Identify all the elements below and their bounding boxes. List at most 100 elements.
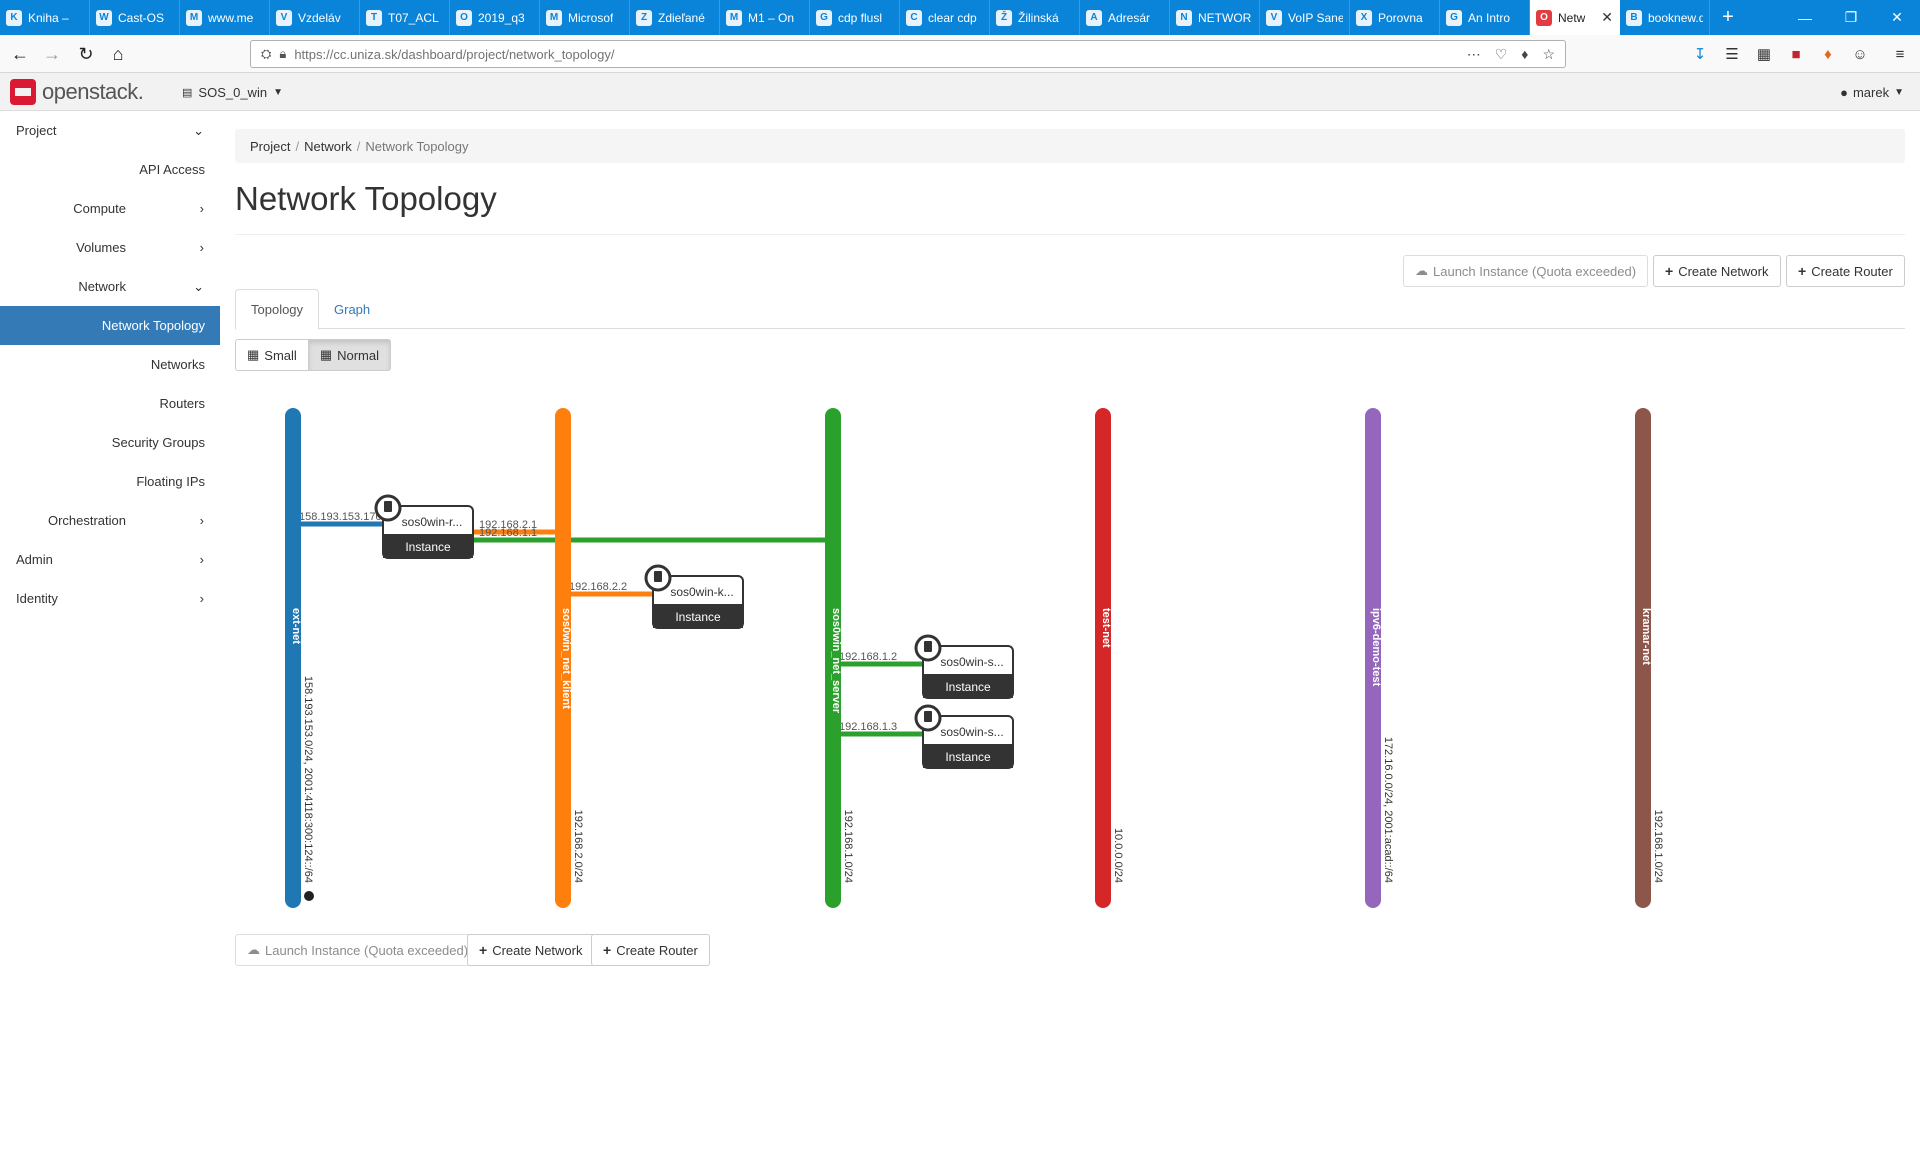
instance-type-label: Instance <box>675 610 721 624</box>
sidebar-item-api-access[interactable]: API Access <box>0 150 220 189</box>
sidebar-item-network[interactable]: Network ⌄ <box>0 267 220 306</box>
home-icon[interactable]: ⌂ <box>104 40 132 68</box>
tab-topology[interactable]: Topology <box>235 289 320 330</box>
network-cidr-label: 192.168.2.0/24 <box>572 810 584 883</box>
browser-tab[interactable]: T T07_ACL <box>360 0 450 35</box>
caret-down-icon: ▼ <box>1894 87 1904 98</box>
browser-tab[interactable]: V Vzdeláv <box>270 0 360 35</box>
menu-icon[interactable]: ≡ <box>1890 44 1910 64</box>
browser-tab[interactable]: V VoIP Sanet <box>1260 0 1350 35</box>
extension-icon[interactable]: ♦ <box>1521 46 1528 63</box>
restore-icon[interactable]: ❐ <box>1828 0 1874 35</box>
sidebar-item-security-groups[interactable]: Security Groups <box>0 423 220 462</box>
favicon-icon: A <box>1086 9 1102 26</box>
network-bar-test-net[interactable] <box>1095 408 1111 908</box>
close-window-icon[interactable]: ✕ <box>1874 0 1920 35</box>
addon-icon[interactable]: ♦ <box>1818 44 1838 64</box>
port-ip-label: 192.168.1.3 <box>839 721 897 733</box>
browser-tab[interactable]: Ž Žilinská <box>990 0 1080 35</box>
browser-tab[interactable]: N NETWOR <box>1170 0 1260 35</box>
sidebar-item-orchestration[interactable]: Orchestration › <box>0 501 220 540</box>
browser-tab[interactable]: M M1 – On <box>720 0 810 35</box>
browser-tab[interactable]: Cclear cdp <box>900 0 990 35</box>
chevron-down-icon: ⌄ <box>193 278 204 294</box>
download-icon[interactable]: ↧ <box>1690 44 1710 64</box>
launch-instance-button[interactable]: ☁ Launch Instance (Quota exceeded) <box>1403 255 1649 287</box>
instance-name[interactable]: sos0win-r... <box>402 515 463 529</box>
sidebar-item-identity[interactable]: Identity › <box>0 579 220 618</box>
minimize-icon[interactable]: — <box>1782 0 1828 35</box>
new-tab-icon[interactable]: + <box>1710 0 1746 35</box>
favicon-icon: M <box>186 9 202 26</box>
page-actions-icon[interactable]: ⋯ <box>1467 46 1481 63</box>
normal-size-button[interactable]: ▦ Normal <box>308 339 392 371</box>
create-network-label: Create Network <box>1678 263 1769 279</box>
favicon-icon: O <box>1536 9 1552 26</box>
grid-icon: ▦ <box>319 347 333 362</box>
create-router-button[interactable]: + Create Router <box>1786 255 1905 287</box>
sidebar-item-admin[interactable]: Admin › <box>0 540 220 579</box>
sidebar-item-compute[interactable]: Compute › <box>0 189 220 228</box>
library-icon[interactable]: ☰ <box>1722 44 1742 64</box>
small-label: Small <box>264 347 297 363</box>
favicon-icon: X <box>1356 9 1372 26</box>
url-bar[interactable]: ⛭ 🔒︎ https://cc.uniza.sk/dashboard/proje… <box>250 40 1566 68</box>
browser-tab-strip: K Kniha – W Cast-OS Mwww.me V Vzdeláv T T07_ACL O… <box>0 0 1920 35</box>
close-tab-icon[interactable]: ✕ <box>1601 9 1613 26</box>
browser-tab[interactable]: Bbooknew.dv <box>1620 0 1710 35</box>
instance-name[interactable]: sos0win-s... <box>940 725 1003 739</box>
browser-tab[interactable]: Mwww.me <box>180 0 270 35</box>
openstack-logo[interactable]: openstack. <box>10 79 144 105</box>
sidebar-item-routers[interactable]: Routers <box>0 384 220 423</box>
favicon-icon: T <box>366 9 382 26</box>
sidebar-item-floating-ips[interactable]: Floating IPs <box>0 462 220 501</box>
sidebar-item-label: Compute <box>73 201 126 216</box>
topology-tabs: Topology Graph <box>235 289 1905 330</box>
create-network-button-bottom[interactable]: + Create Network <box>467 934 595 966</box>
browser-tab[interactable]: A Adresár <box>1080 0 1170 35</box>
chevron-right-icon: › <box>199 240 204 255</box>
url-text[interactable]: https://cc.uniza.sk/dashboard/project/ne… <box>294 47 614 62</box>
server-icon-body <box>924 641 932 652</box>
browser-tab[interactable]: G An Intro <box>1440 0 1530 35</box>
small-size-button[interactable]: ▦ Small <box>235 339 309 371</box>
sidebar-item-network-topology[interactable]: Network Topology <box>0 306 220 345</box>
instance-name[interactable]: sos0win-s... <box>940 655 1003 669</box>
shield-icon[interactable]: ⛭ <box>261 46 271 62</box>
breadcrumb-separator: / <box>295 138 300 154</box>
sidebar-item-project[interactable]: Project ⌄ <box>0 111 220 150</box>
launch-instance-button-bottom[interactable]: ☁ Launch Instance (Quota exceeded) <box>235 934 481 966</box>
chevron-right-icon: › <box>199 513 204 528</box>
browser-tab[interactable]: O Netw ✕ <box>1530 0 1620 35</box>
create-network-button[interactable]: + Create Network <box>1653 255 1781 287</box>
browser-tab[interactable]: K Kniha – <box>0 0 90 35</box>
pocket-icon[interactable]: ♡ <box>1495 46 1508 63</box>
browser-tab[interactable]: W Cast-OS <box>90 0 180 35</box>
breadcrumb-project[interactable]: Project <box>250 139 290 154</box>
lock-icon[interactable]: 🔒︎ <box>279 46 286 62</box>
sidebar-item-networks[interactable]: Networks <box>0 345 220 384</box>
network-bar-ext-net[interactable] <box>285 408 301 908</box>
account-icon[interactable]: ☺ <box>1850 44 1870 64</box>
create-router-button-bottom[interactable]: + Create Router <box>591 934 710 966</box>
globe-icon <box>304 891 314 901</box>
browser-tab[interactable]: O 2019_q3 <box>450 0 540 35</box>
bookmark-star-icon[interactable]: ☆ <box>1542 46 1555 63</box>
tab-graph[interactable]: Graph <box>319 289 385 330</box>
instance-name[interactable]: sos0win-k... <box>670 585 733 599</box>
grid-icon: ▦ <box>247 347 260 362</box>
back-icon[interactable]: ← <box>6 40 34 68</box>
sidebar-icon[interactable]: ▦ <box>1754 44 1774 64</box>
browser-tab[interactable]: Gcdp flusl <box>810 0 900 35</box>
sidebar-item-volumes[interactable]: Volumes › <box>0 228 220 267</box>
browser-tab[interactable]: M Microsof <box>540 0 630 35</box>
reload-icon[interactable]: ↻ <box>72 40 100 68</box>
favicon-icon: C <box>906 9 922 26</box>
user-menu[interactable]: ● marek ▼ <box>1840 85 1904 100</box>
project-selector[interactable]: ▤ SOS_0_win ▼ <box>182 85 283 100</box>
browser-tab[interactable]: X Porovna <box>1350 0 1440 35</box>
browser-tab[interactable]: Z Zdieľané <box>630 0 720 35</box>
breadcrumb-network[interactable]: Network <box>304 139 352 154</box>
forward-icon[interactable]: → <box>38 40 66 68</box>
mendeley-icon[interactable]: ■ <box>1786 44 1806 64</box>
